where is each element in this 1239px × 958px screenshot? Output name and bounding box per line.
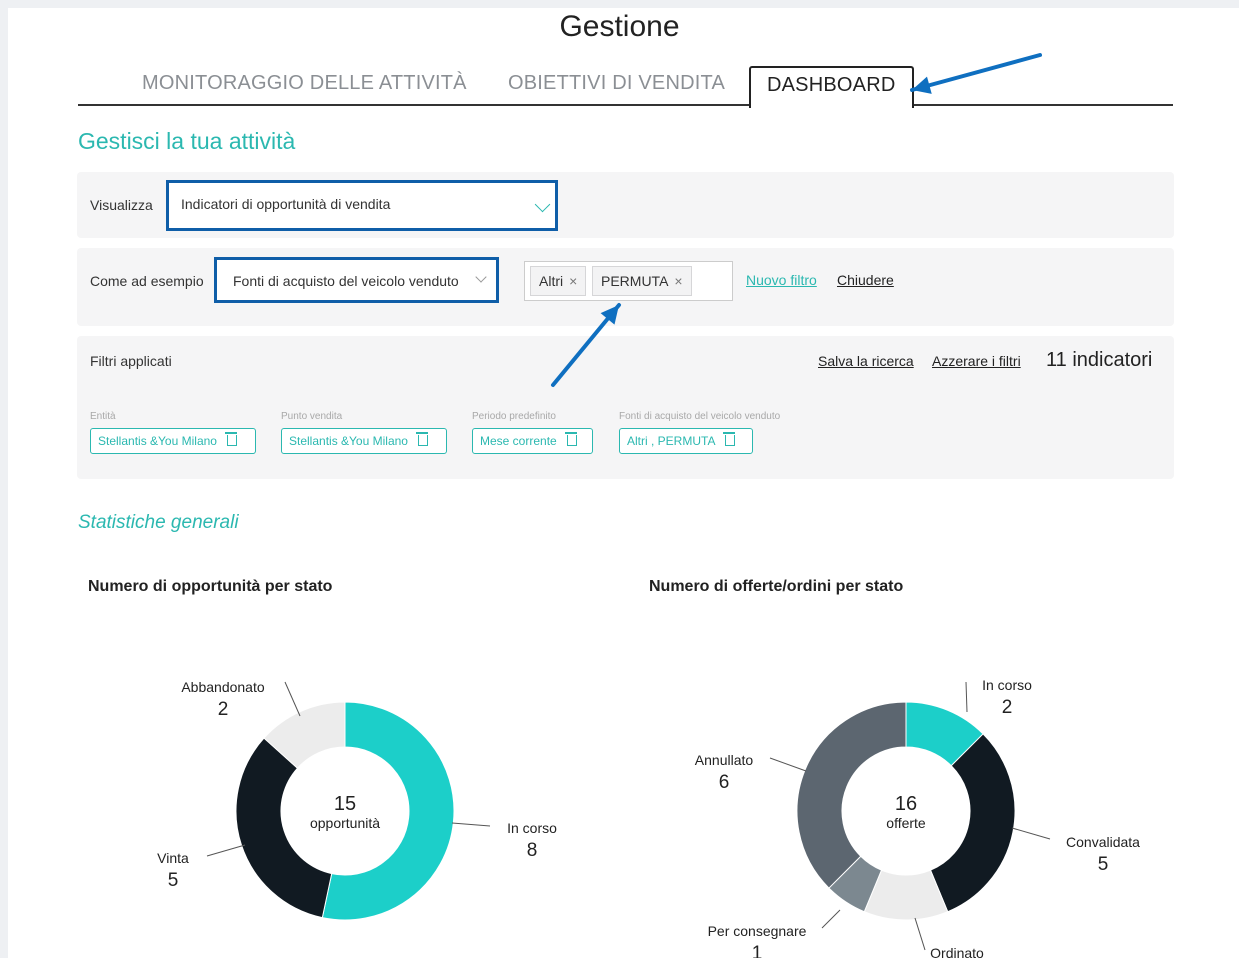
tabs-underline [78, 104, 1173, 106]
indicators-count: 11 indicatori [1046, 349, 1153, 371]
view-select-value: Indicatori di opportunità di vendita [181, 196, 391, 212]
applied-filter-tag[interactable]: Mese corrente [472, 428, 593, 454]
filter-name: Periodo predefinito [472, 411, 556, 422]
filter-name: Fonti di acquisto del veicolo venduto [619, 411, 781, 422]
chart-title-offers: Numero di offerte/ordini per stato [649, 578, 904, 595]
filter-label: Come ad esempio [90, 273, 204, 289]
section-title: Gestisci la tua attività [78, 128, 296, 154]
tab-obiettivi[interactable]: OBIETTIVI DI VENDITA [508, 72, 725, 95]
trash-icon[interactable] [224, 432, 237, 446]
filter-select[interactable]: Fonti di acquisto del veicolo venduto [214, 257, 499, 303]
close-icon[interactable]: × [569, 273, 577, 289]
close-link[interactable]: Chiudere [837, 272, 894, 288]
filter-name: Punto vendita [281, 411, 343, 422]
chevron-down-icon [534, 196, 551, 213]
save-search-link[interactable]: Salva la ricerca [818, 353, 914, 369]
applied-filters-label: Filtri applicati [90, 353, 172, 369]
chip-altri[interactable]: Altri × [530, 266, 587, 296]
chart-title-opportunities: Numero di opportunità per stato [88, 578, 333, 595]
applied-filter-tag[interactable]: Altri , PERMUTA [619, 428, 753, 454]
reset-filters-link[interactable]: Azzerare i filtri [932, 353, 1021, 369]
chevron-down-icon [475, 271, 487, 283]
view-select[interactable]: Indicatori di opportunità di vendita [166, 180, 558, 231]
trash-icon[interactable] [564, 432, 577, 446]
applied-filter-tag[interactable]: Stellantis &You Milano [281, 428, 447, 454]
page-title: Gestione [559, 10, 680, 43]
filter-name: Entità [90, 411, 116, 422]
new-filter-link[interactable]: Nuovo filtro [746, 272, 817, 288]
trash-icon[interactable] [723, 432, 736, 446]
stats-title: Statistiche generali [78, 512, 239, 533]
view-label: Visualizza [90, 197, 153, 213]
chip-permuta[interactable]: PERMUTA × [592, 266, 692, 296]
tab-dashboard[interactable]: DASHBOARD [749, 66, 914, 108]
filter-select-value: Fonti di acquisto del veicolo venduto [233, 273, 459, 289]
tab-monitoraggio[interactable]: MONITORAGGIO DELLE ATTIVITÀ [142, 72, 467, 95]
close-icon[interactable]: × [674, 273, 682, 289]
applied-filter-tag[interactable]: Stellantis &You Milano [90, 428, 256, 454]
filter-chips-input[interactable]: Altri × PERMUTA × [524, 261, 733, 301]
trash-icon[interactable] [415, 432, 428, 446]
